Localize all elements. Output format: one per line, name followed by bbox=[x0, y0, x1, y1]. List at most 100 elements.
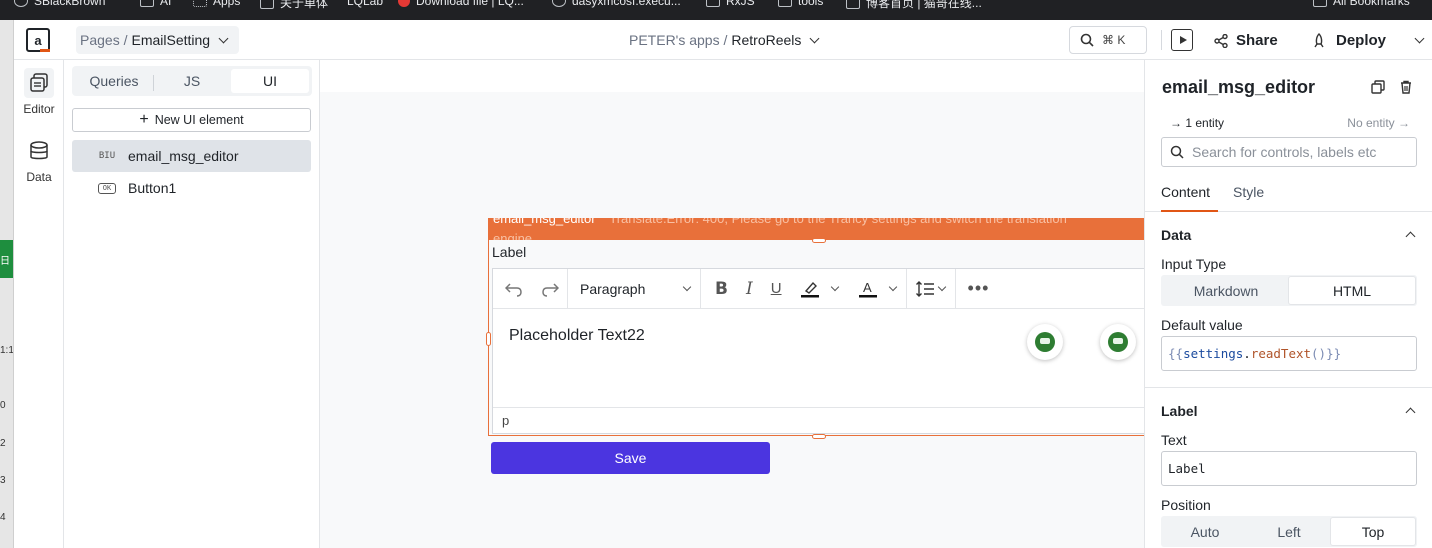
widget-title[interactable]: email_msg_editor bbox=[1162, 77, 1315, 98]
widget-name: email_msg_editor bbox=[493, 218, 596, 226]
arrow-right-icon: → bbox=[1170, 116, 1186, 130]
bookmark-blog[interactable]: 博客首页 | 猫哥在线... bbox=[846, 0, 982, 11]
chevron-up-icon[interactable] bbox=[1405, 407, 1416, 418]
editor-toolbar: Paragraph B I U A ••• bbox=[493, 268, 1149, 309]
apps-grid-icon bbox=[193, 0, 207, 7]
property-search[interactable] bbox=[1161, 137, 1417, 167]
chevron-up-icon[interactable] bbox=[1405, 231, 1416, 242]
entity-email-msg-editor[interactable]: BIU email_msg_editor bbox=[72, 140, 311, 172]
input-type-html[interactable]: HTML bbox=[1289, 277, 1415, 304]
new-ui-element-label: New UI element bbox=[154, 113, 244, 127]
more-options-button[interactable]: ••• bbox=[956, 269, 998, 309]
default-value-field[interactable]: {{settings.readText()}} bbox=[1161, 336, 1417, 371]
redo-icon[interactable] bbox=[541, 281, 559, 297]
preview-play-button[interactable] bbox=[1171, 29, 1193, 51]
rich-text-editor-widget[interactable]: Label Paragraph B I U A ••• Placeholder … bbox=[486, 240, 1149, 436]
workspace-name: PETER's apps / bbox=[629, 32, 728, 48]
incoming-entities-link[interactable]: → 1 entity bbox=[1170, 116, 1224, 130]
section-data-title[interactable]: Data bbox=[1161, 227, 1191, 243]
globe-icon bbox=[552, 0, 566, 7]
background-text: 4 bbox=[0, 512, 6, 523]
bookmark-dasyxmcosf[interactable]: dasyxmcosf.execu... bbox=[552, 0, 681, 8]
input-type-markdown[interactable]: Markdown bbox=[1163, 277, 1289, 304]
tab-content[interactable]: Content bbox=[1161, 184, 1218, 212]
entity-name: email_msg_editor bbox=[128, 148, 239, 164]
deploy-button[interactable]: Deploy bbox=[1312, 32, 1427, 49]
share-button[interactable]: Share bbox=[1214, 32, 1278, 49]
background-text: 2 bbox=[0, 438, 6, 449]
page-name: EmailSetting bbox=[131, 32, 211, 48]
editor-canvas[interactable]: email_msg_editor Translate.Error: 400, P… bbox=[320, 60, 1149, 548]
tab-js[interactable]: JS bbox=[153, 69, 231, 93]
section-label-title[interactable]: Label bbox=[1161, 403, 1198, 419]
plus-icon: + bbox=[139, 111, 149, 128]
appsmith-logo[interactable]: a bbox=[26, 28, 50, 52]
folder-icon bbox=[778, 0, 792, 7]
chevron-down-icon bbox=[888, 282, 897, 291]
history-group bbox=[493, 268, 568, 309]
explorer-tabs: Queries JS UI bbox=[72, 66, 312, 96]
trash-icon[interactable] bbox=[1399, 80, 1413, 94]
bookmark-all-bookmarks[interactable]: All Bookmarks bbox=[1313, 0, 1410, 8]
highlight-color-icon[interactable] bbox=[800, 280, 840, 298]
outgoing-entities-link[interactable]: No entity → bbox=[1347, 116, 1410, 130]
widget-name-tag[interactable]: email_msg_editor Translate.Error: 400, P… bbox=[488, 218, 1148, 240]
editor-content[interactable]: Placeholder Text22 bbox=[509, 327, 645, 345]
entity-name: Button1 bbox=[128, 180, 177, 196]
bookmark-sblackbrown[interactable]: SBlackBrown bbox=[14, 0, 105, 8]
shortcut-hint: ⌘ K bbox=[1102, 33, 1126, 47]
share-icon bbox=[1214, 33, 1228, 48]
more-horizontal-icon: ••• bbox=[967, 278, 990, 298]
position-left[interactable]: Left bbox=[1247, 518, 1331, 545]
background-window-strip: 日 1:1 0 2 3 4 bbox=[0, 20, 14, 548]
app-breadcrumb[interactable]: PETER's apps / RetroReels bbox=[629, 32, 822, 48]
position-auto[interactable]: Auto bbox=[1163, 518, 1247, 545]
background-text: 3 bbox=[0, 475, 6, 486]
background-text: 1:1 bbox=[0, 345, 14, 356]
block-format-select[interactable]: Paragraph bbox=[568, 268, 701, 309]
rail-data[interactable]: Data bbox=[14, 136, 64, 184]
bookmark-guanyu[interactable]: 关于单体 bbox=[260, 0, 328, 11]
line-height-select[interactable] bbox=[907, 268, 956, 309]
editor-status-path: p bbox=[493, 407, 1149, 433]
label-text-label: Text bbox=[1161, 432, 1187, 448]
ai-assistant-icon[interactable] bbox=[1027, 324, 1063, 360]
label-text-field[interactable]: Label bbox=[1161, 451, 1417, 486]
entity-button1[interactable]: OK Button1 bbox=[72, 172, 311, 204]
bookmark-lqlab[interactable]: LQLab bbox=[347, 0, 383, 8]
bookmark-ai[interactable]: AI bbox=[140, 0, 171, 8]
save-button[interactable]: Save bbox=[491, 442, 770, 474]
tab-ui[interactable]: UI bbox=[231, 69, 309, 93]
new-ui-element-button[interactable]: + New UI element bbox=[72, 108, 311, 132]
underline-icon[interactable]: U bbox=[771, 280, 782, 297]
tab-style[interactable]: Style bbox=[1233, 184, 1264, 212]
rail-editor[interactable]: Editor bbox=[14, 68, 64, 116]
resize-handle-left[interactable] bbox=[486, 332, 491, 346]
label-position-label: Position bbox=[1161, 497, 1211, 513]
tab-queries[interactable]: Queries bbox=[75, 69, 153, 93]
bookmark-tools[interactable]: tools bbox=[778, 0, 823, 8]
text-color-icon[interactable]: A bbox=[858, 280, 898, 298]
app-header: a Pages / EmailSetting PETER's apps / Re… bbox=[14, 20, 1432, 60]
bookmark-download-file[interactable]: Download file | LQ... bbox=[398, 0, 524, 8]
rich-text-editor[interactable]: Paragraph B I U A ••• Placeholder Text22… bbox=[492, 268, 1149, 434]
bookmark-rxjs[interactable]: RxJS bbox=[706, 0, 755, 8]
command-search-button[interactable]: ⌘ K bbox=[1069, 26, 1147, 54]
widget-label: Label bbox=[492, 244, 527, 260]
rail-editor-label: Editor bbox=[23, 102, 55, 116]
ai-assistant-icon[interactable] bbox=[1100, 324, 1136, 360]
pages-breadcrumb[interactable]: Pages / EmailSetting bbox=[76, 26, 240, 54]
translate-error-text: Translate.Error: 400, Please go to the T… bbox=[609, 218, 1067, 226]
property-search-input[interactable] bbox=[1192, 144, 1402, 160]
italic-icon[interactable]: I bbox=[746, 279, 753, 299]
bold-icon[interactable]: B bbox=[715, 279, 728, 299]
entity-links: → 1 entity No entity → bbox=[1170, 116, 1410, 130]
resize-handle-bottom[interactable] bbox=[812, 434, 826, 439]
chevron-down-icon bbox=[937, 282, 946, 291]
bookmark-apps[interactable]: Apps bbox=[193, 0, 240, 8]
copy-icon[interactable] bbox=[1371, 80, 1385, 94]
deploy-options-chevron-icon[interactable] bbox=[1414, 33, 1425, 44]
position-top[interactable]: Top bbox=[1331, 518, 1415, 545]
undo-icon[interactable] bbox=[505, 281, 523, 297]
chevron-down-icon bbox=[218, 33, 229, 43]
